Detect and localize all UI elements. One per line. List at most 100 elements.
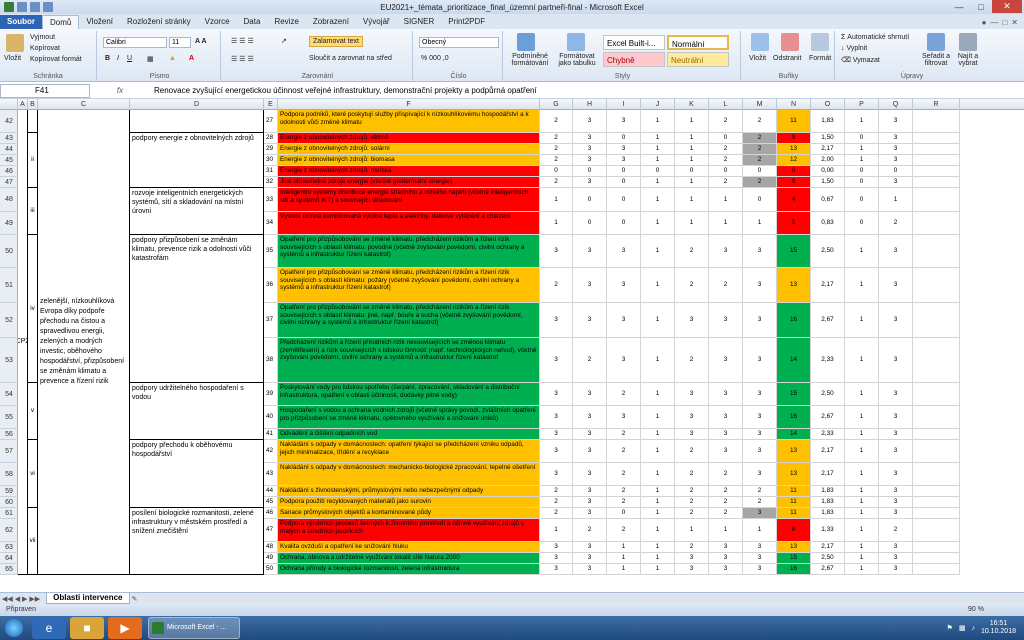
row-header[interactable]: 49	[0, 212, 18, 235]
cell-score-j[interactable]: 1	[641, 177, 675, 188]
cell-score-k[interactable]: 2	[675, 235, 709, 268]
cell-score-i[interactable]: 1	[607, 553, 641, 564]
d-iv[interactable]: podpory přizpůsobení se změnám klimatu, …	[130, 235, 264, 383]
internet-explorer-icon[interactable]: e	[32, 617, 66, 639]
cell-score-q[interactable]: 3	[879, 268, 913, 303]
cell-score-k[interactable]: 1	[675, 188, 709, 212]
d-blank[interactable]	[130, 110, 264, 133]
cell-score-m[interactable]: 2	[743, 177, 777, 188]
worksheet[interactable]: ABCDEFGHIJKLMNOPQR 42 43 44 45 46 47 48 49 50 51 5…	[0, 99, 1024, 592]
borders-icon[interactable]: ▦	[147, 55, 154, 63]
b-blank[interactable]	[28, 110, 38, 133]
cell-score-l[interactable]: 2	[709, 508, 743, 519]
underline-button[interactable]: U	[127, 55, 132, 62]
cell-score-h[interactable]: 3	[573, 508, 607, 519]
cell-score-q[interactable]: 3	[879, 553, 913, 564]
cell-score-j[interactable]: 1	[641, 155, 675, 166]
cell-empty[interactable]	[913, 155, 960, 166]
cell-score-k[interactable]: 3	[675, 406, 709, 429]
cell-empty[interactable]	[913, 440, 960, 463]
cell-score-h[interactable]: 2	[573, 519, 607, 542]
row-header[interactable]: 52	[0, 303, 18, 338]
cell-score-k[interactable]: 1	[675, 144, 709, 155]
cell-id[interactable]: 40	[264, 406, 278, 429]
cell-score-l[interactable]: 2	[709, 463, 743, 486]
cell-score-o[interactable]: 2,50	[811, 235, 845, 268]
cell-score-i[interactable]: 2	[607, 497, 641, 508]
column-header-O[interactable]: O	[811, 99, 845, 110]
cell-description[interactable]: Opatření pro přizpůsobování se změně kli…	[278, 268, 540, 303]
ribbon-tab-5[interactable]: Data	[237, 15, 268, 29]
cell-score-k[interactable]: 1	[675, 177, 709, 188]
zoom-level[interactable]: 90 %	[968, 604, 984, 616]
cell-score-k[interactable]: 3	[675, 564, 709, 575]
cell-score-k[interactable]: 2	[675, 542, 709, 553]
row-header[interactable]: 45	[0, 155, 18, 166]
cell-score-h[interactable]: 2	[573, 338, 607, 383]
cell-score-l[interactable]: 1	[709, 188, 743, 212]
cell-score-g[interactable]: 3	[540, 553, 573, 564]
cell-empty[interactable]	[913, 542, 960, 553]
format-cells-icon[interactable]	[811, 33, 829, 51]
cell-score-i[interactable]: 1	[607, 542, 641, 553]
cell-score-m[interactable]: 2	[743, 133, 777, 144]
cell-score-q[interactable]: 3	[879, 177, 913, 188]
cell-score-n[interactable]: 16	[777, 406, 811, 429]
cell-score-i[interactable]: 3	[607, 268, 641, 303]
cell-score-m[interactable]: 3	[743, 268, 777, 303]
cell-score-h[interactable]: 3	[573, 564, 607, 575]
cell-score-p[interactable]: 1	[845, 508, 879, 519]
cell-description[interactable]: Opatření pro přizpůsobování se změně kli…	[278, 303, 540, 338]
cell-score-q[interactable]: 3	[879, 303, 913, 338]
row-header[interactable]: 51	[0, 268, 18, 303]
column-header-R[interactable]: R	[913, 99, 960, 110]
clock[interactable]: 16:51 10.10.2018	[981, 620, 1016, 636]
cell-description[interactable]: Odvádění a čištění odpadních vod	[278, 429, 540, 440]
cell-score-g[interactable]: 1	[540, 519, 573, 542]
cell-score-m[interactable]: 2	[743, 144, 777, 155]
cell-score-g[interactable]: 2	[540, 144, 573, 155]
cell-score-g[interactable]: 2	[540, 497, 573, 508]
row-header[interactable]: 42	[0, 110, 18, 133]
column-header-F[interactable]: F	[278, 99, 540, 110]
copy-button[interactable]: Kopírovat	[30, 45, 60, 52]
cell-score-q[interactable]: 3	[879, 429, 913, 440]
cell-description[interactable]: Nakládání s živnostenskými, průmyslovými…	[278, 486, 540, 497]
cell-score-m[interactable]: 3	[743, 463, 777, 486]
row-header[interactable]: 59	[0, 486, 18, 497]
row-header[interactable]: 53	[0, 338, 18, 383]
cell-score-j[interactable]: 1	[641, 429, 675, 440]
minimize-ribbon-icon[interactable]: —	[990, 18, 998, 27]
cell-score-i[interactable]: 3	[607, 235, 641, 268]
cell-id[interactable]: 27	[264, 110, 278, 133]
cell-score-o[interactable]: 2,17	[811, 440, 845, 463]
cell-score-l[interactable]: 3	[709, 564, 743, 575]
cell-score-n[interactable]: 9	[777, 177, 811, 188]
cell-score-q[interactable]: 3	[879, 486, 913, 497]
column-header-A[interactable]: A	[18, 99, 28, 110]
bold-button[interactable]: B	[105, 55, 110, 62]
cell-description[interactable]: Nakládání s odpady v domácnostech: opatř…	[278, 440, 540, 463]
cell-score-o[interactable]: 1,83	[811, 110, 845, 133]
cell-score-n[interactable]: 13	[777, 144, 811, 155]
cell-empty[interactable]	[913, 508, 960, 519]
cell-score-n[interactable]: 15	[777, 235, 811, 268]
cell-description[interactable]: Poskytování vody pro lidskou spotřebu (č…	[278, 383, 540, 406]
cell-score-g[interactable]: 2	[540, 110, 573, 133]
cell-score-q[interactable]: 3	[879, 508, 913, 519]
cell-score-p[interactable]: 1	[845, 235, 879, 268]
cell-score-p[interactable]: 1	[845, 463, 879, 486]
cell-score-o[interactable]: 0,83	[811, 212, 845, 235]
cell-id[interactable]: 47	[264, 519, 278, 542]
cell-score-h[interactable]: 0	[573, 188, 607, 212]
cell-score-h[interactable]: 3	[573, 486, 607, 497]
cell-score-j[interactable]: 1	[641, 383, 675, 406]
cell-score-o[interactable]: 2,50	[811, 383, 845, 406]
column-header-M[interactable]: M	[743, 99, 777, 110]
row-header[interactable]: 56	[0, 429, 18, 440]
cell-score-g[interactable]: 3	[540, 235, 573, 268]
ribbon-tab-7[interactable]: Zobrazení	[306, 15, 356, 29]
clear-button[interactable]: ⌫ Vymazat	[841, 56, 880, 64]
row-header[interactable]: 64	[0, 553, 18, 564]
cell-score-m[interactable]: 3	[743, 508, 777, 519]
